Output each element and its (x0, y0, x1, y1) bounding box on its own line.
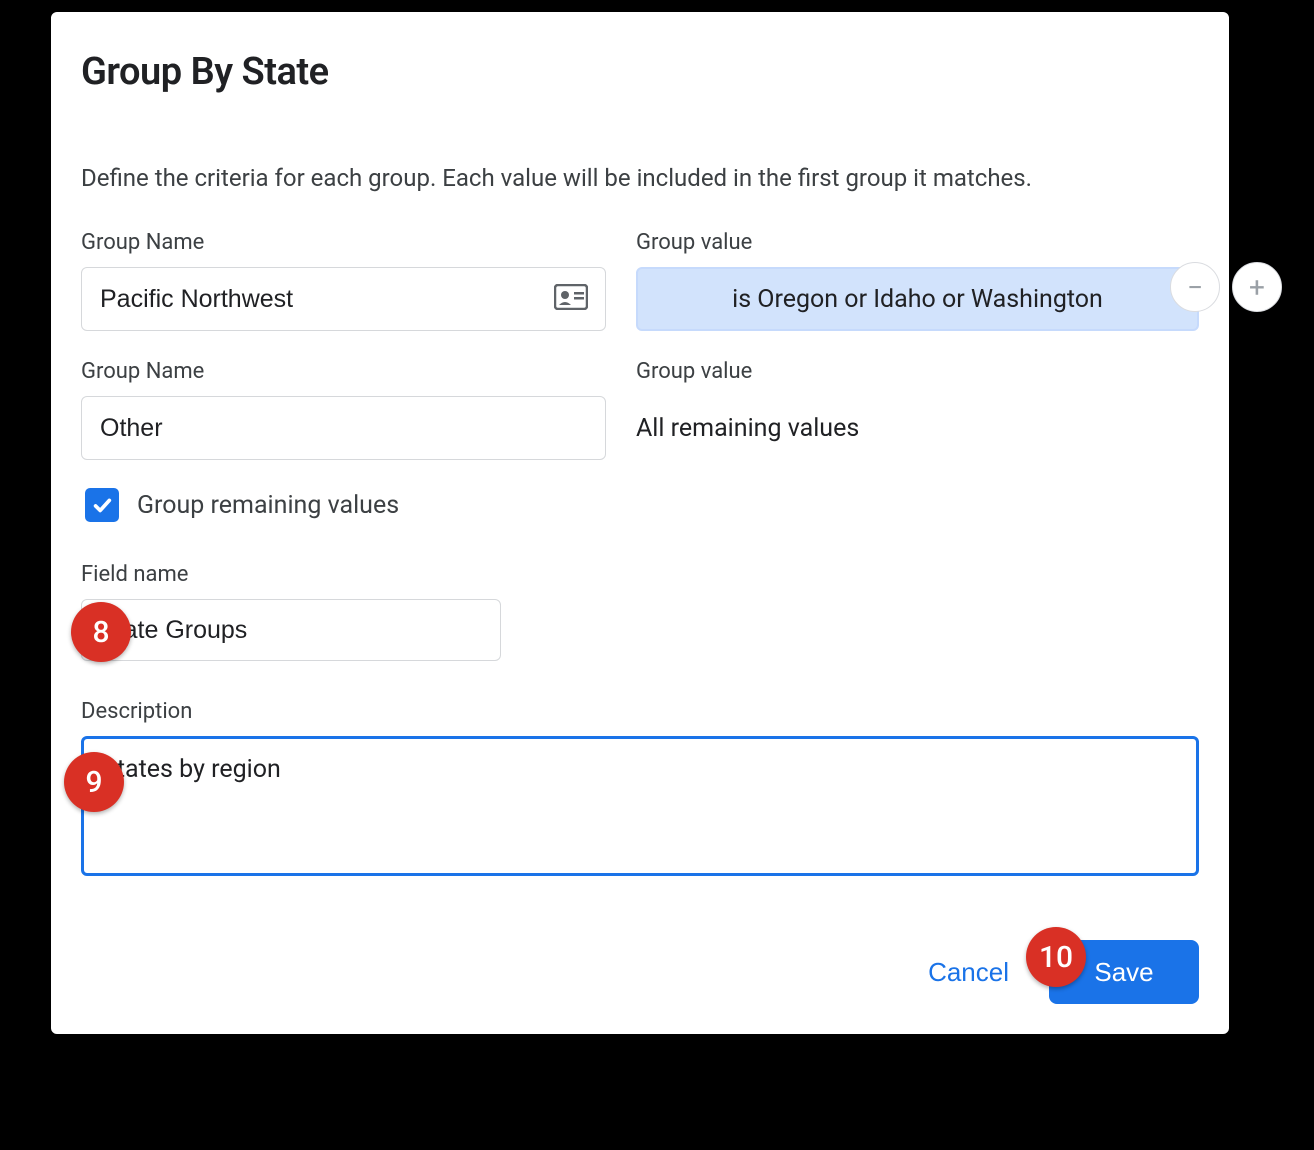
group-name-label: Group Name (81, 230, 606, 255)
field-name-label: Field name (81, 562, 1199, 587)
cancel-button[interactable]: Cancel (928, 957, 1009, 988)
group-row-2: Group Name Group value All remaining val… (81, 359, 1199, 460)
remove-row-button[interactable]: − (1170, 262, 1220, 312)
group-row-1: Group Name Group value is Oregon or Idah… (81, 230, 1199, 331)
group-by-dialog: Group By State Define the criteria for e… (47, 8, 1233, 1038)
plus-icon: + (1249, 271, 1265, 304)
group-value-pill-1[interactable]: is Oregon or Idaho or Washington (636, 267, 1199, 331)
id-card-icon (554, 284, 588, 314)
group-remaining-checkbox-row: Group remaining values (81, 488, 1199, 522)
description-label: Description (81, 699, 1199, 724)
field-name-section: Field name (81, 562, 1199, 661)
callout-badge-9: 9 (64, 752, 124, 812)
group-remaining-checkbox[interactable] (85, 488, 119, 522)
group-name-input-1[interactable] (81, 267, 606, 331)
callout-badge-8: 8 (71, 602, 131, 662)
dialog-instructions: Define the criteria for each group. Each… (81, 164, 1199, 192)
group-name-label: Group Name (81, 359, 606, 384)
minus-icon: − (1187, 271, 1203, 304)
description-textarea[interactable] (81, 736, 1199, 876)
description-section: Description (81, 699, 1199, 880)
add-row-button[interactable]: + (1232, 262, 1282, 312)
callout-badge-10: 10 (1026, 927, 1086, 987)
group-value-static-2: All remaining values (636, 396, 1199, 460)
group-value-label: Group value (636, 359, 1199, 384)
group-name-input-2[interactable] (81, 396, 606, 460)
dialog-title: Group By State (81, 50, 1199, 94)
group-value-label: Group value (636, 230, 1199, 255)
field-name-input[interactable] (81, 599, 501, 661)
check-icon (91, 494, 113, 516)
group-remaining-label: Group remaining values (137, 491, 399, 520)
